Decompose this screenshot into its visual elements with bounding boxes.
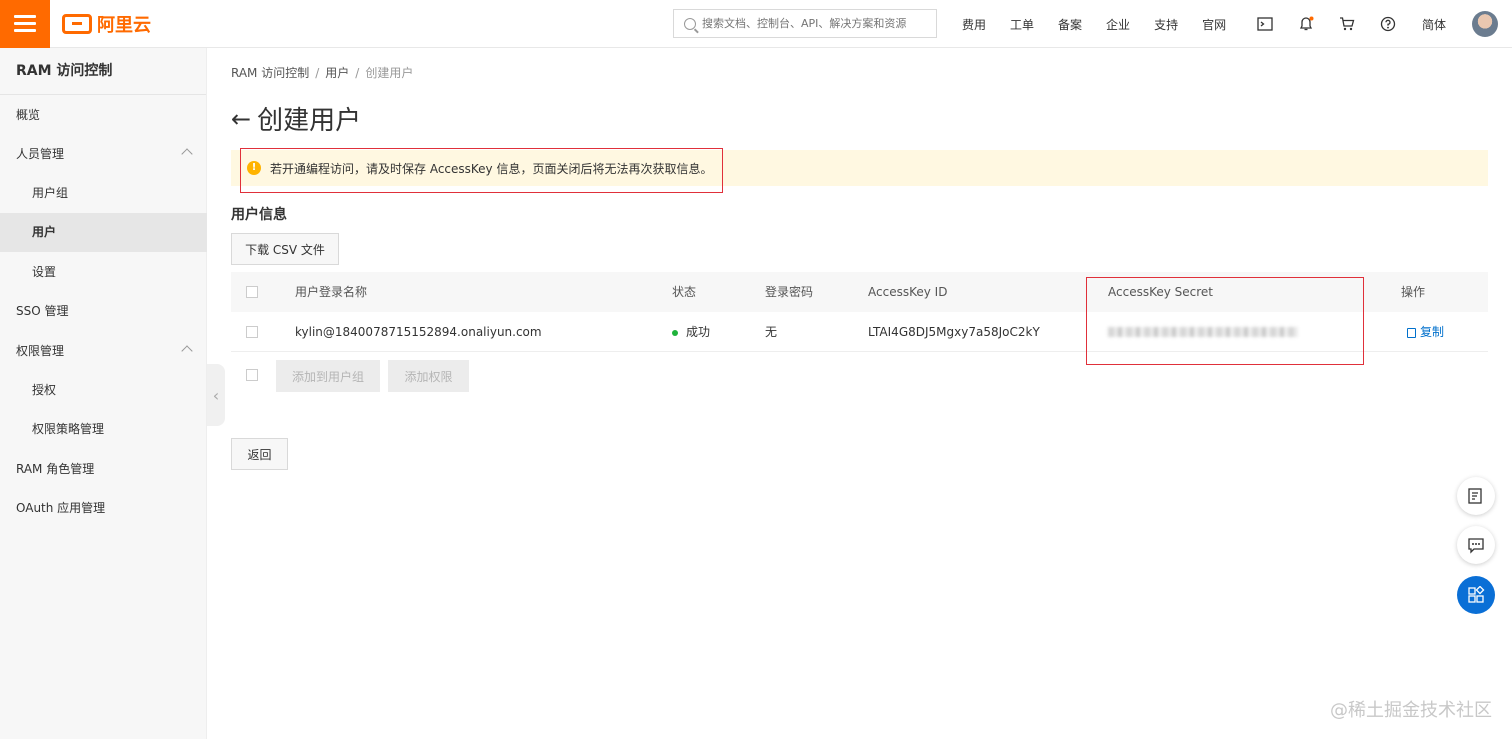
nav-website[interactable]: 官网 (1202, 16, 1226, 33)
return-button[interactable]: 返回 (231, 438, 288, 470)
col-accesskey-secret: AccessKey Secret (1108, 285, 1214, 299)
add-permission-button[interactable]: 添加权限 (388, 360, 469, 392)
chevron-up-icon (181, 345, 193, 357)
batch-select-checkbox[interactable] (246, 369, 258, 381)
status-cell: 成功 (672, 312, 710, 352)
alert-text: 若开通编程访问，请及时保存 AccessKey 信息，页面关闭后将无法再次获取信… (270, 161, 713, 176)
top-nav: 费用 工单 备案 企业 支持 官网 (962, 0, 1250, 48)
nav-support[interactable]: 支持 (1154, 16, 1178, 33)
sidebar-item-label: 权限管理 (16, 344, 65, 358)
accesskey-secret-blurred (1108, 327, 1298, 337)
page-title-text: 创建用户 (257, 106, 362, 136)
breadcrumb-separator: / (315, 66, 320, 80)
copy-label: 复制 (1420, 325, 1445, 339)
sidebar-item-sso[interactable]: SSO 管理 (0, 292, 207, 331)
top-bar: 阿里云 费用 工单 备案 企业 支持 官网 简体 (0, 0, 1512, 48)
col-login-name: 用户登录名称 (295, 285, 368, 299)
select-all-checkbox[interactable] (246, 286, 258, 298)
page-title: ← 创建用户 (231, 100, 361, 137)
nav-enterprise[interactable]: 企业 (1106, 16, 1130, 33)
sidebar-title: RAM 访问控制 (0, 48, 206, 95)
avatar[interactable] (1472, 11, 1498, 37)
breadcrumb-separator: / (355, 66, 360, 80)
sidebar-collapse-handle[interactable]: ‹ (207, 364, 225, 426)
sidebar: RAM 访问控制 概览 人员管理 用户组 用户 设置 SSO 管理 权限管理 授… (0, 48, 207, 739)
status-text: 成功 (686, 325, 711, 339)
language-switch[interactable]: 简体 (1422, 16, 1446, 33)
sidebar-item-label: RAM 角色管理 (16, 462, 95, 476)
sidebar-item-roles[interactable]: RAM 角色管理 (0, 450, 207, 489)
search-box[interactable] (673, 9, 937, 38)
sidebar-item-oauth[interactable]: OAuth 应用管理 (0, 489, 207, 528)
col-password: 登录密码 (765, 285, 814, 299)
sidebar-item-overview[interactable]: 概览 (0, 96, 207, 135)
chevron-up-icon (181, 148, 193, 160)
nav-icp[interactable]: 备案 (1058, 16, 1082, 33)
sidebar-item-label: 用户组 (32, 186, 69, 200)
sidebar-item-policies[interactable]: 权限策略管理 (0, 410, 207, 449)
sidebar-item-grants[interactable]: 授权 (0, 371, 207, 410)
table-row: kylin@1840078715152894.onaliyun.com 成功 无… (231, 312, 1488, 352)
sidebar-item-label: 概览 (16, 108, 41, 122)
col-status: 状态 (672, 285, 697, 299)
sidebar-item-label: 用户 (32, 225, 57, 239)
user-table: 用户登录名称 状态 登录密码 AccessKey ID AccessKey Se… (231, 272, 1488, 352)
sidebar-item-label: 人员管理 (16, 147, 65, 161)
sidebar-item-users[interactable]: 用户 (0, 213, 207, 252)
breadcrumb-root[interactable]: RAM 访问控制 (231, 66, 309, 80)
nav-tickets[interactable]: 工单 (1010, 16, 1034, 33)
feedback-icon[interactable] (1457, 477, 1495, 515)
logo-mark-icon (62, 14, 92, 34)
password-cell: 无 (765, 325, 778, 339)
copy-button[interactable]: 复制 (1407, 312, 1444, 352)
nav-fees[interactable]: 费用 (962, 16, 986, 33)
success-dot-icon (672, 329, 678, 336)
terminal-icon[interactable] (1255, 14, 1275, 34)
bell-icon[interactable] (1296, 14, 1316, 34)
add-to-group-button[interactable]: 添加到用户组 (276, 360, 380, 392)
menu-icon[interactable] (0, 0, 50, 48)
cart-icon[interactable] (1337, 14, 1357, 34)
login-name-cell: kylin@1840078715152894.onaliyun.com (295, 325, 542, 339)
copy-icon (1407, 327, 1416, 338)
apps-icon[interactable] (1457, 576, 1495, 614)
warning-alert: ! 若开通编程访问，请及时保存 AccessKey 信息，页面关闭后将无法再次获… (231, 150, 1488, 186)
help-icon[interactable] (1378, 14, 1398, 34)
sidebar-item-label: SSO 管理 (16, 304, 69, 318)
search-input[interactable] (702, 17, 922, 30)
sidebar-item-label: OAuth 应用管理 (16, 501, 106, 515)
chevron-left-icon: ‹ (212, 385, 220, 405)
watermark: @稀土掘金技术社区 (1330, 700, 1492, 721)
row-checkbox[interactable] (246, 326, 258, 338)
chat-icon[interactable] (1457, 526, 1495, 564)
col-actions: 操作 (1401, 285, 1426, 299)
col-accesskey-id: AccessKey ID (868, 285, 948, 299)
breadcrumb: RAM 访问控制 / 用户 / 创建用户 (231, 64, 413, 81)
breadcrumb-current: 创建用户 (365, 66, 414, 80)
accesskey-id-cell: LTAI4G8DJ5Mgxy7a58JoC2kY (868, 325, 1040, 339)
sidebar-item-label: 权限策略管理 (32, 422, 105, 436)
logo[interactable]: 阿里云 (62, 11, 151, 37)
sidebar-item-label: 设置 (32, 265, 57, 279)
sidebar-item-groups[interactable]: 用户组 (0, 174, 207, 213)
breadcrumb-users[interactable]: 用户 (325, 66, 349, 80)
sidebar-item-label: 授权 (32, 383, 57, 397)
download-csv-button[interactable]: 下载 CSV 文件 (231, 233, 339, 265)
back-arrow-icon[interactable]: ← (231, 105, 251, 133)
sidebar-group-identities[interactable]: 人员管理 (0, 135, 207, 174)
warning-icon: ! (247, 161, 261, 175)
search-icon (684, 17, 696, 30)
table-header: 用户登录名称 状态 登录密码 AccessKey ID AccessKey Se… (231, 272, 1488, 312)
logo-text: 阿里云 (97, 15, 151, 36)
sidebar-item-settings[interactable]: 设置 (0, 253, 207, 292)
sidebar-group-permissions[interactable]: 权限管理 (0, 332, 207, 371)
section-title: 用户信息 (231, 207, 287, 223)
